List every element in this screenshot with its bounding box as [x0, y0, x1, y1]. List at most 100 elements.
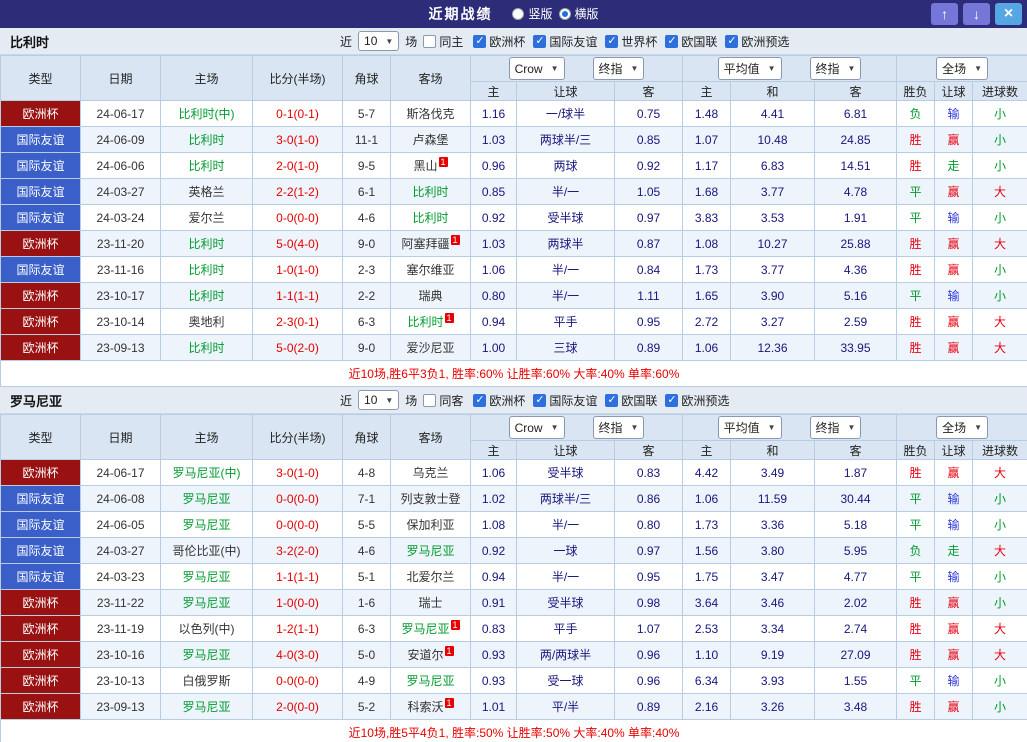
match-score[interactable]: 1-1(1-1) — [253, 564, 343, 590]
odds-stage-select[interactable]: 终指▼ — [593, 57, 645, 80]
home-team[interactable]: 罗马尼亚 — [161, 512, 253, 538]
match-score[interactable]: 0-0(0-0) — [253, 205, 343, 231]
home-team[interactable]: 罗马尼亚 — [161, 564, 253, 590]
close-button[interactable]: × — [995, 3, 1022, 25]
away-team[interactable]: 乌克兰 — [391, 460, 471, 486]
match-score[interactable]: 0-0(0-0) — [253, 512, 343, 538]
league-filter-checkbox[interactable]: 欧洲杯 — [473, 33, 525, 50]
league-type[interactable]: 国际友谊 — [1, 564, 81, 590]
league-filter-checkbox[interactable]: 国际友谊 — [533, 33, 597, 50]
away-team[interactable]: 比利时1 — [391, 309, 471, 335]
away-team[interactable]: 科索沃1 — [391, 694, 471, 720]
scope-select[interactable]: 全场▼ — [936, 416, 988, 439]
scroll-down-button[interactable]: ↓ — [963, 3, 990, 25]
home-team[interactable]: 英格兰 — [161, 179, 253, 205]
match-score[interactable]: 5-0(2-0) — [253, 335, 343, 361]
match-score[interactable]: 5-0(4-0) — [253, 231, 343, 257]
match-score[interactable]: 2-0(1-0) — [253, 153, 343, 179]
same-venue-checkbox[interactable]: 同客 — [423, 392, 463, 409]
home-team[interactable]: 比利时 — [161, 231, 253, 257]
away-team[interactable]: 罗马尼亚 — [391, 668, 471, 694]
match-score[interactable]: 3-0(1-0) — [253, 460, 343, 486]
match-score[interactable]: 2-2(1-2) — [253, 179, 343, 205]
home-team[interactable]: 比利时 — [161, 283, 253, 309]
home-team[interactable]: 比利时 — [161, 257, 253, 283]
odds-company-select[interactable]: Crow▼ — [509, 57, 565, 80]
match-score[interactable]: 3-0(1-0) — [253, 127, 343, 153]
scope-select[interactable]: 全场▼ — [936, 57, 988, 80]
league-type[interactable]: 欧洲杯 — [1, 616, 81, 642]
league-type[interactable]: 国际友谊 — [1, 538, 81, 564]
away-team[interactable]: 塞尔维亚 — [391, 257, 471, 283]
league-type[interactable]: 欧洲杯 — [1, 460, 81, 486]
match-score[interactable]: 1-2(1-1) — [253, 616, 343, 642]
home-team[interactable]: 比利时 — [161, 153, 253, 179]
league-filter-checkbox[interactable]: 欧洲预选 — [665, 392, 729, 409]
avg-source-select[interactable]: 平均值▼ — [718, 57, 782, 80]
match-score[interactable]: 2-0(0-0) — [253, 694, 343, 720]
same-venue-checkbox[interactable]: 同主 — [423, 33, 463, 50]
match-score[interactable]: 4-0(3-0) — [253, 642, 343, 668]
home-team[interactable]: 罗马尼亚(中) — [161, 460, 253, 486]
league-type[interactable]: 国际友谊 — [1, 257, 81, 283]
match-score[interactable]: 3-2(2-0) — [253, 538, 343, 564]
avg-source-select[interactable]: 平均值▼ — [718, 416, 782, 439]
league-filter-checkbox[interactable]: 欧洲杯 — [473, 392, 525, 409]
league-type[interactable]: 欧洲杯 — [1, 694, 81, 720]
league-filter-checkbox[interactable]: 欧国联 — [665, 33, 717, 50]
league-type[interactable]: 国际友谊 — [1, 486, 81, 512]
league-type[interactable]: 国际友谊 — [1, 179, 81, 205]
home-team[interactable]: 奥地利 — [161, 309, 253, 335]
league-type[interactable]: 欧洲杯 — [1, 590, 81, 616]
away-team[interactable]: 比利时 — [391, 205, 471, 231]
away-team[interactable]: 罗马尼亚1 — [391, 616, 471, 642]
away-team[interactable]: 阿塞拜疆1 — [391, 231, 471, 257]
match-score[interactable]: 1-0(1-0) — [253, 257, 343, 283]
league-filter-checkbox[interactable]: 欧洲预选 — [725, 33, 789, 50]
league-filter-checkbox[interactable]: 世界杯 — [605, 33, 657, 50]
match-score[interactable]: 0-0(0-0) — [253, 668, 343, 694]
away-team[interactable]: 北爱尔兰 — [391, 564, 471, 590]
league-filter-checkbox[interactable]: 国际友谊 — [533, 392, 597, 409]
avg-stage-select[interactable]: 终指▼ — [810, 57, 862, 80]
avg-stage-select[interactable]: 终指▼ — [810, 416, 862, 439]
home-team[interactable]: 罗马尼亚 — [161, 642, 253, 668]
away-team[interactable]: 比利时 — [391, 179, 471, 205]
league-type[interactable]: 国际友谊 — [1, 153, 81, 179]
match-score[interactable]: 0-1(0-1) — [253, 101, 343, 127]
home-team[interactable]: 哥伦比亚(中) — [161, 538, 253, 564]
away-team[interactable]: 瑞典 — [391, 283, 471, 309]
home-team[interactable]: 罗马尼亚 — [161, 486, 253, 512]
match-score[interactable]: 2-3(0-1) — [253, 309, 343, 335]
league-filter-checkbox[interactable]: 欧国联 — [605, 392, 657, 409]
match-score[interactable]: 0-0(0-0) — [253, 486, 343, 512]
home-team[interactable]: 比利时 — [161, 335, 253, 361]
home-team[interactable]: 爱尔兰 — [161, 205, 253, 231]
away-team[interactable]: 瑞士 — [391, 590, 471, 616]
scroll-up-button[interactable]: ↑ — [931, 3, 958, 25]
home-team[interactable]: 白俄罗斯 — [161, 668, 253, 694]
league-type[interactable]: 欧洲杯 — [1, 101, 81, 127]
match-score[interactable]: 1-0(0-0) — [253, 590, 343, 616]
home-team[interactable]: 比利时(中) — [161, 101, 253, 127]
home-team[interactable]: 比利时 — [161, 127, 253, 153]
league-type[interactable]: 国际友谊 — [1, 205, 81, 231]
match-score[interactable]: 1-1(1-1) — [253, 283, 343, 309]
league-type[interactable]: 欧洲杯 — [1, 642, 81, 668]
home-team[interactable]: 罗马尼亚 — [161, 590, 253, 616]
league-type[interactable]: 欧洲杯 — [1, 335, 81, 361]
odds-company-select[interactable]: Crow▼ — [509, 416, 565, 439]
layout-radio-vertical[interactable]: 竖版 — [512, 5, 552, 22]
league-type[interactable]: 欧洲杯 — [1, 231, 81, 257]
odds-stage-select[interactable]: 终指▼ — [593, 416, 645, 439]
away-team[interactable]: 卢森堡 — [391, 127, 471, 153]
away-team[interactable]: 斯洛伐克 — [391, 101, 471, 127]
away-team[interactable]: 爱沙尼亚 — [391, 335, 471, 361]
away-team[interactable]: 保加利亚 — [391, 512, 471, 538]
away-team[interactable]: 安道尔1 — [391, 642, 471, 668]
league-type[interactable]: 国际友谊 — [1, 127, 81, 153]
match-count-select[interactable]: 10 ▼ — [358, 31, 399, 51]
layout-radio-horizontal[interactable]: 横版 — [559, 5, 599, 22]
home-team[interactable]: 罗马尼亚 — [161, 694, 253, 720]
away-team[interactable]: 列支敦士登 — [391, 486, 471, 512]
